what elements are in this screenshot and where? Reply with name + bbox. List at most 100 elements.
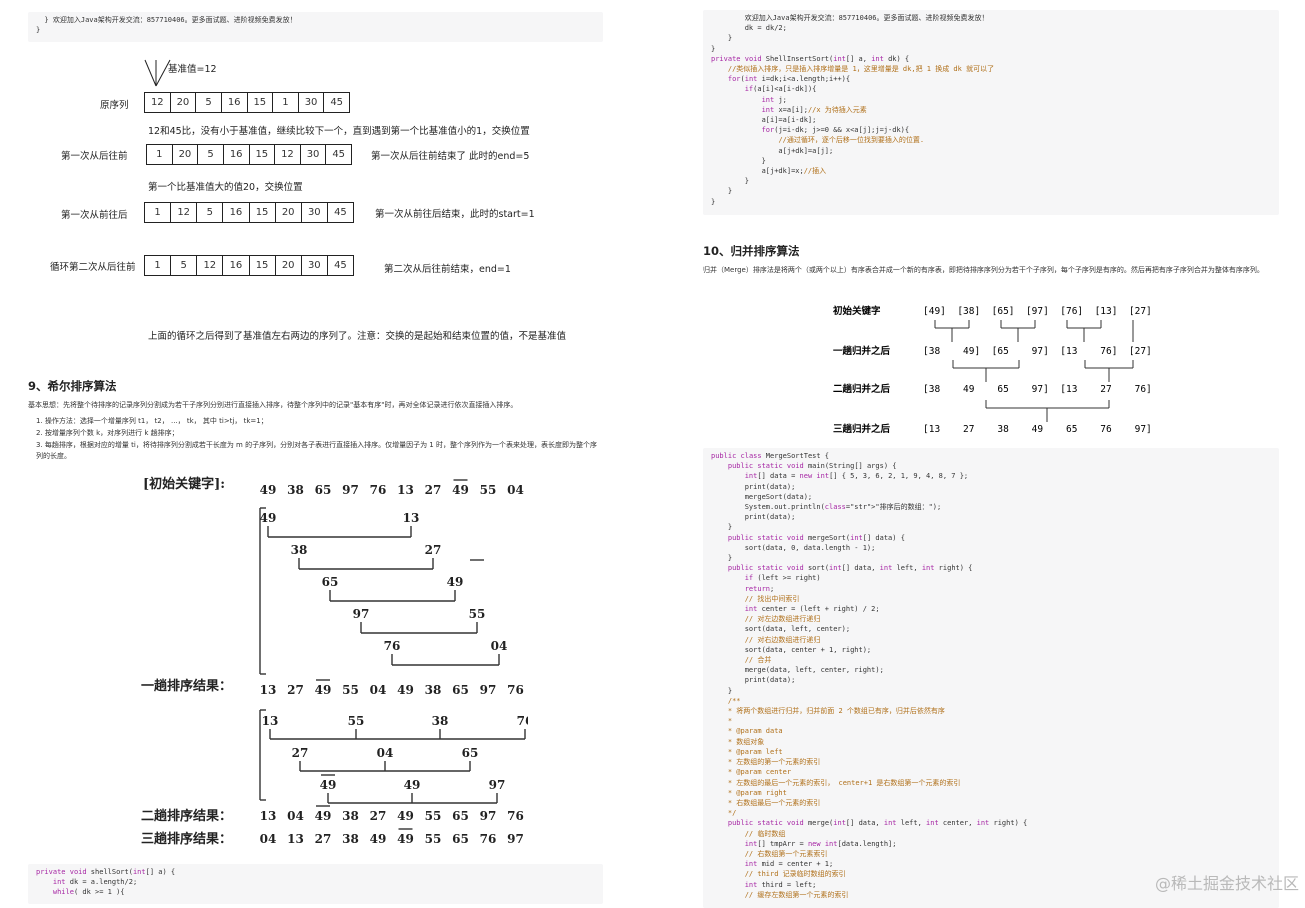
merge-row-values: [49] [38] [65] [97] [76] [13] [27]: [923, 306, 1152, 317]
shell-value: 38: [342, 809, 359, 823]
shell-group-value: 49: [404, 778, 421, 792]
code-line: 欢迎加入Java架构开发交流：857710406。更多面试题、进阶视频免费发放！: [711, 14, 989, 22]
shell-value: 49: [260, 483, 277, 497]
code-line: * 将两个数组进行归并，归并前面 2 个数组已有序，归并后依然有序: [711, 707, 945, 716]
sequence-box: 1 5 12 16 15 20 30 45: [144, 255, 354, 276]
sequence-cell: 45: [330, 97, 344, 108]
sequence-cell: 12: [145, 93, 171, 112]
shell-value: 27: [287, 683, 304, 697]
sequence-box: 12 20 5 16 15 1 30 45: [144, 92, 350, 113]
shell-value: 97: [480, 809, 497, 823]
code-line: print(data);: [711, 482, 796, 491]
sequence-cell: 12: [197, 256, 224, 275]
shell-value: 76: [480, 832, 497, 846]
code-line: // 对右边数组进行递归: [744, 635, 821, 644]
code-line: private void shellSort(int[] a) {: [36, 868, 176, 876]
sequence-cell: 45: [334, 207, 347, 218]
code-line: * @param data: [711, 727, 783, 736]
code-line: }: [711, 554, 733, 563]
merge-row-values: [38 49] [65 97] [13 76] [27]: [923, 346, 1152, 357]
code-line: int[] data = new int[] { 5, 3, 6, 2, 1, …: [744, 472, 969, 481]
shell-value: 27: [425, 483, 442, 497]
shell-group-value: 38: [432, 714, 449, 728]
shell-group-value: 65: [322, 575, 339, 589]
merge-intro: 归并（Merge）排序法是将两个（或两个以上）有序表合并成一个新的有序表，即把待…: [703, 266, 1264, 274]
code-line: */: [711, 809, 737, 818]
sequence-cell: 12: [275, 145, 301, 164]
shell-value: 76: [507, 683, 524, 697]
code-line: int center = (left + right) / 2;: [744, 605, 880, 614]
caption: 12和45比，没有小于基准值，继续比较下一个，直到遇到第一个比基准值小的1，交换…: [148, 126, 530, 137]
code-line: sort(data, center + 1, right);: [711, 645, 872, 654]
shell-value: 49: [452, 483, 469, 497]
sequence-cell: 16: [223, 256, 250, 275]
shell-group-value: 76: [517, 714, 528, 728]
merge-row-values: [38 49 65 97] [13 27 76]: [923, 384, 1152, 395]
code-line: sort(data, left, center);: [711, 625, 851, 634]
shell-value: 13: [260, 809, 277, 823]
shell-value: 04: [287, 809, 304, 823]
code-line: dk = dk/2;: [711, 24, 787, 33]
sequence-cell: 5: [197, 203, 224, 222]
shell-value: 97: [480, 683, 497, 697]
row-label: 原序列: [100, 100, 129, 111]
sequence-cell: 30: [301, 145, 327, 164]
sequence-cell: 1: [145, 256, 172, 275]
sequence-cell: 45: [332, 149, 346, 160]
code-line: // 右数组第一个元素索引: [744, 849, 828, 858]
shell-intro: 基本思想：先将整个待排序的记录序列分割成为若干子序列分别进行直接插入排序，待整个…: [28, 401, 518, 409]
code-line: merge(data, left, center, right);: [711, 666, 884, 675]
code-line: a[j+dk]=a[j];: [711, 146, 834, 155]
code-line: }: [711, 523, 733, 532]
shell-group-value: 38: [291, 543, 308, 557]
code-line: for(int i=dk;i<a.length;i++){: [727, 75, 851, 84]
code-line: /**: [711, 696, 741, 705]
shell-group-value: 55: [469, 607, 486, 621]
code-line: // 找出中间索引: [744, 594, 800, 603]
code-line: print(data);: [711, 676, 796, 685]
code-line: public class MergeSortTest {: [711, 452, 830, 460]
code-line: public static void mergeSort(int[] data)…: [727, 533, 905, 542]
shell-value: 49: [397, 832, 414, 846]
code-line: return;: [744, 584, 775, 593]
shell-value: 65: [452, 809, 469, 823]
sequence-cell: 1: [145, 203, 172, 222]
sequence-cell: 30: [302, 256, 328, 275]
sequence-cell: 30: [299, 93, 325, 112]
sequence-cell: 1: [147, 145, 173, 164]
shell-value: 65: [315, 483, 332, 497]
shell-value: 55: [425, 832, 442, 846]
sequence-cell: 20: [171, 93, 197, 112]
shell-group-value: 97: [353, 607, 370, 621]
code-line: System.out.println(class="str">"排序后的数组："…: [711, 503, 942, 512]
code-line: a[j+dk]=x;//插入: [711, 167, 827, 176]
section-title-shell-sort: 9、希尔排序算法: [28, 379, 117, 393]
shell-value: 55: [342, 683, 359, 697]
code-line: int dk = a.length/2;: [52, 878, 138, 887]
code-block-merge: public class MergeSortTest { public stat…: [703, 448, 1279, 908]
shell-value: 49: [315, 683, 332, 697]
code-block-top-right: 欢迎加入Java架构开发交流：857710406。更多面试题、进阶视频免费发放！…: [703, 10, 1279, 215]
code-line: }: [711, 34, 733, 43]
shell-value: 49: [315, 809, 332, 823]
conclusion: 上面的循环之后得到了基准值左右两边的序列了。注意：交换的是起始和结束位置的值，不…: [148, 331, 567, 342]
row-label: 第一次从后往前: [61, 151, 128, 162]
shell-value: 13: [260, 683, 277, 697]
sequence-cell: 16: [222, 93, 248, 112]
sequence-box: 1 20 5 16 15 12 30 45: [146, 144, 352, 165]
code-line: public static void sort(int[] data, int …: [727, 564, 973, 573]
shell-group-value: 65: [462, 746, 479, 760]
shell-step: 2. 按增量序列个数 k，对序列进行 k 趟排序；: [36, 429, 179, 437]
code-line: //通过循环，逐个后移一位找到要插入的位置.: [778, 136, 925, 145]
merge-row-label: 三趟归并之后: [833, 423, 891, 435]
sequence-cell: 16: [224, 145, 250, 164]
sequence-cell: 20: [173, 145, 199, 164]
watermark: @稀土掘金技术社区: [1154, 874, 1299, 893]
shell-value: 27: [370, 809, 387, 823]
sequence-box: 1 12 5 16 15 20 30 45: [144, 202, 354, 223]
code-line: int j;: [761, 95, 787, 104]
shell-group-value: 04: [491, 639, 508, 653]
code-line: for(j=i-dk; j>=0 && x<a[j];j=j-dk){: [761, 126, 910, 135]
shell-step: 1. 操作方法：选择一个增量序列 t1， t2， ...， tk， 其中 ti>…: [36, 417, 268, 425]
code-line: }: [711, 156, 766, 165]
